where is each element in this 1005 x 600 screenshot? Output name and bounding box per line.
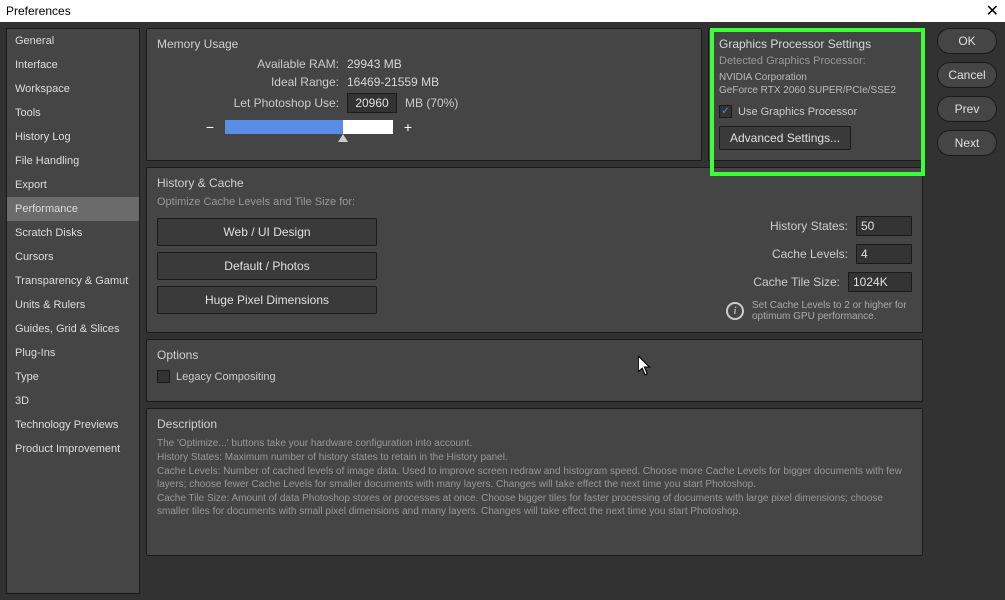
options-group: Options Legacy Compositing: [146, 339, 923, 402]
history-states-input[interactable]: [856, 216, 912, 236]
close-icon[interactable]: ✕: [986, 1, 999, 21]
sidebar-item-product-improvement[interactable]: Product Improvement: [7, 437, 139, 461]
memory-usage-group: Memory Usage Available RAM: 29943 MB Ide…: [146, 28, 702, 161]
slider-thumb-icon[interactable]: [338, 134, 348, 142]
legacy-compositing-label: Legacy Compositing: [176, 371, 276, 383]
cache-tile-size-input[interactable]: [848, 272, 912, 292]
sidebar-item-tools[interactable]: Tools: [7, 101, 139, 125]
gpu-vendor: NVIDIA Corporation: [719, 71, 912, 84]
optimize-label: Optimize Cache Levels and Tile Size for:: [157, 196, 417, 208]
web-ui-design-button[interactable]: Web / UI Design: [157, 218, 377, 246]
let-photoshop-use-label: Let Photoshop Use:: [157, 96, 347, 110]
description-group: Description The 'Optimize...' buttons ta…: [146, 408, 923, 556]
use-graphics-processor-label: Use Graphics Processor: [738, 106, 857, 118]
default-photos-button[interactable]: Default / Photos: [157, 252, 377, 280]
cache-levels-label: Cache Levels:: [772, 247, 848, 261]
cache-hint-text: Set Cache Levels to 2 or higher for opti…: [752, 300, 912, 322]
legacy-compositing-checkbox[interactable]: [157, 370, 170, 383]
next-button[interactable]: Next: [937, 130, 997, 156]
sidebar-item-performance[interactable]: Performance: [7, 197, 139, 221]
let-photoshop-use-input[interactable]: [347, 93, 397, 113]
ok-button[interactable]: OK: [937, 28, 997, 54]
available-ram-value: 29943 MB: [347, 57, 402, 71]
sidebar-item-history-log[interactable]: History Log: [7, 125, 139, 149]
gpu-detected-label: Detected Graphics Processor:: [719, 55, 912, 67]
sidebar-item-transparency-gamut[interactable]: Transparency & Gamut: [7, 269, 139, 293]
advanced-settings-button[interactable]: Advanced Settings...: [719, 126, 851, 150]
sidebar-item-interface[interactable]: Interface: [7, 53, 139, 77]
cancel-button[interactable]: Cancel: [937, 62, 997, 88]
sidebar-item-scratch-disks[interactable]: Scratch Disks: [7, 221, 139, 245]
sidebar-item-workspace[interactable]: Workspace: [7, 77, 139, 101]
sidebar-item-general[interactable]: General: [7, 29, 139, 53]
huge-pixel-dimensions-button[interactable]: Huge Pixel Dimensions: [157, 286, 377, 314]
category-sidebar: GeneralInterfaceWorkspaceToolsHistory Lo…: [6, 28, 140, 594]
history-cache-group: History & Cache Optimize Cache Levels an…: [146, 167, 923, 333]
use-graphics-processor-checkbox[interactable]: ✓: [719, 105, 732, 118]
sidebar-item-export[interactable]: Export: [7, 173, 139, 197]
sidebar-item-file-handling[interactable]: File Handling: [7, 149, 139, 173]
titlebar: Preferences ✕: [0, 0, 1005, 22]
graphics-processor-group: Graphics Processor Settings Detected Gra…: [708, 28, 923, 161]
sidebar-item-type[interactable]: Type: [7, 365, 139, 389]
sidebar-item-units-rulers[interactable]: Units & Rulers: [7, 293, 139, 317]
memory-usage-title: Memory Usage: [157, 37, 691, 51]
info-icon: i: [726, 302, 744, 320]
description-text: The 'Optimize...' buttons take your hard…: [157, 437, 912, 518]
history-cache-title: History & Cache: [157, 176, 912, 190]
sidebar-item-guides-grid-slices[interactable]: Guides, Grid & Slices: [7, 317, 139, 341]
slider-plus-button[interactable]: +: [401, 119, 415, 135]
cache-levels-input[interactable]: [856, 244, 912, 264]
window-title: Preferences: [6, 4, 71, 18]
gpu-settings-title: Graphics Processor Settings: [719, 37, 912, 51]
available-ram-label: Available RAM:: [157, 57, 347, 71]
memory-slider[interactable]: [225, 120, 393, 134]
description-title: Description: [157, 417, 912, 431]
slider-minus-button[interactable]: −: [203, 119, 217, 135]
cache-tile-size-label: Cache Tile Size:: [753, 275, 840, 289]
options-title: Options: [157, 348, 912, 362]
ideal-range-value: 16469-21559 MB: [347, 75, 439, 89]
gpu-model: GeForce RTX 2060 SUPER/PCIe/SSE2: [719, 84, 912, 97]
sidebar-item-cursors[interactable]: Cursors: [7, 245, 139, 269]
sidebar-item-plug-ins[interactable]: Plug-Ins: [7, 341, 139, 365]
let-photoshop-use-suffix: MB (70%): [405, 96, 458, 110]
history-states-label: History States:: [770, 219, 848, 233]
prev-button[interactable]: Prev: [937, 96, 997, 122]
ideal-range-label: Ideal Range:: [157, 75, 347, 89]
sidebar-item-technology-previews[interactable]: Technology Previews: [7, 413, 139, 437]
sidebar-item-3d[interactable]: 3D: [7, 389, 139, 413]
